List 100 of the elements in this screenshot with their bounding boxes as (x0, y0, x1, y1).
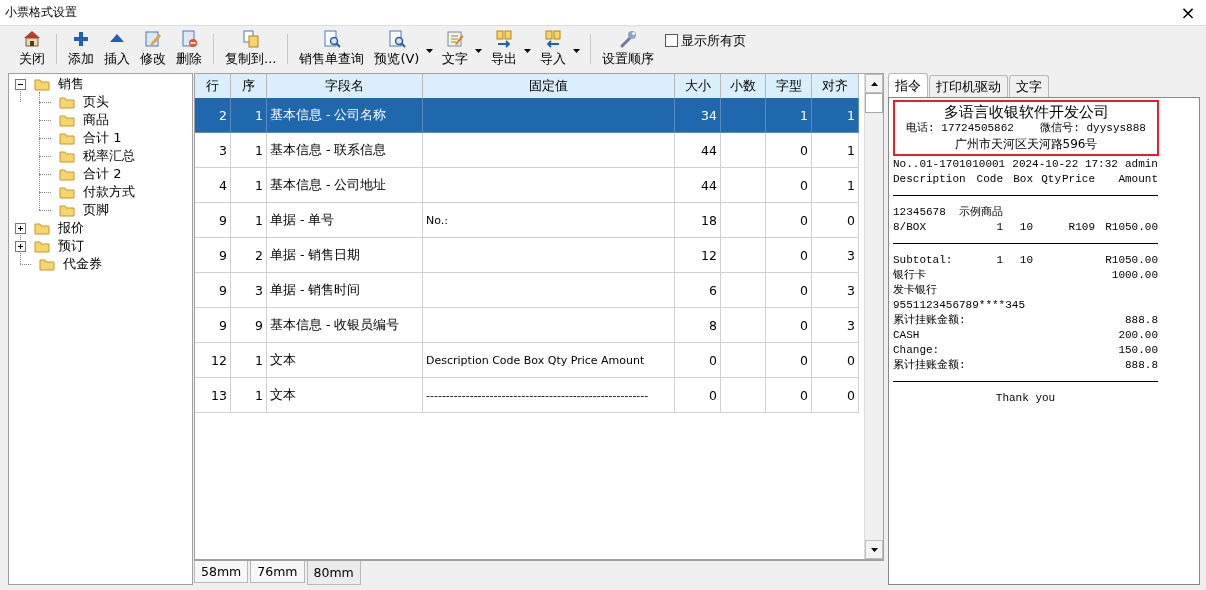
pencil-document-icon (143, 29, 163, 49)
toolbar-button[interactable]: 文字 (437, 27, 474, 70)
window-title: 小票格式设置 (4, 4, 77, 21)
expand-icon[interactable] (15, 222, 26, 234)
wrench-icon (618, 29, 639, 49)
expand-icon[interactable] (15, 240, 26, 252)
column-header[interactable]: 字段名 (267, 74, 423, 99)
tree-item[interactable]: 合计 1 (83, 129, 122, 147)
tree-item[interactable]: 报价 (58, 219, 84, 237)
toolbar-button[interactable]: 关闭 (14, 27, 50, 70)
document-arrow-icon (494, 29, 515, 49)
table-cell (721, 203, 766, 238)
receipt-text: 9551123456789****345 (893, 299, 1026, 311)
table-cell: 3 (231, 273, 267, 308)
table-cell: 6 (675, 273, 721, 308)
table-cell: No.: (423, 203, 675, 238)
folder-icon (39, 257, 55, 271)
table-cell: 基本信息 - 联系信息 (267, 133, 423, 168)
table-cell: 18 (675, 203, 721, 238)
table-cell: 0 (675, 343, 721, 378)
folder-icon (59, 185, 75, 199)
column-header[interactable]: 字型 (766, 74, 812, 99)
toolbar-button[interactable]: 复制到... (220, 27, 282, 70)
paper-size-tab[interactable]: 58mm (194, 561, 249, 583)
tree-item[interactable]: 付款方式 (83, 183, 135, 201)
receipt-text: 发卡银行 (893, 284, 937, 296)
paper-size-tab[interactable]: 76mm (250, 561, 305, 583)
toolbar-button[interactable]: 导入 (535, 27, 572, 70)
scrollbar[interactable] (864, 74, 883, 559)
toolbar-button[interactable]: 插入 (99, 27, 135, 70)
column-header[interactable]: 小数 (721, 74, 766, 99)
toolbar-button[interactable]: 销售单查询 (294, 27, 370, 70)
table-cell: 9 (195, 308, 231, 343)
receipt-text: 12345678 示例商品 (893, 206, 1003, 218)
toolbar-button[interactable]: 设置顺序 (597, 27, 660, 70)
receipt-text: Qty (1041, 173, 1061, 185)
table-cell: 1 (812, 168, 859, 203)
table-cell: 0 (766, 168, 812, 203)
table-cell (721, 378, 766, 413)
collapse-icon[interactable] (15, 78, 26, 90)
tree-item[interactable]: 预订 (58, 237, 84, 255)
tree-item[interactable]: 代金券 (63, 255, 102, 273)
table-cell: 9 (195, 203, 231, 238)
show-all-pages-checkbox[interactable]: 显示所有页 (665, 31, 747, 50)
receipt-text: Amount (1118, 173, 1158, 185)
close-button[interactable]: × (1170, 0, 1206, 25)
toolbar-button[interactable]: 预览(V) (369, 27, 425, 70)
checkbox[interactable] (665, 34, 679, 47)
receipt-text: 10 (1019, 254, 1033, 266)
table-cell (721, 98, 766, 133)
table-cell: 基本信息 - 公司地址 (267, 168, 423, 203)
tree-item[interactable]: 页头 (83, 93, 109, 111)
table-cell: 1 (812, 133, 859, 168)
document-arrow-icon (543, 29, 564, 49)
table-cell: 文本 (267, 343, 423, 378)
address-line: 广州市天河区天河路596号 (954, 136, 1098, 152)
scroll-up-icon[interactable] (870, 81, 878, 86)
table-cell: 2 (231, 238, 267, 273)
preview-tab[interactable]: 文字 (1009, 75, 1049, 97)
toolbar-button[interactable]: 修改 (135, 27, 171, 70)
column-header[interactable]: 大小 (675, 74, 721, 99)
column-header[interactable]: 固定值 (423, 74, 675, 99)
company-name: 多语言收银软件开发公司 (943, 103, 1109, 121)
table-cell: 3 (812, 273, 859, 308)
column-header[interactable]: 序 (231, 74, 267, 99)
preview-tab[interactable]: 打印机驱动 (929, 75, 1008, 97)
toolbar-button[interactable]: 添加 (63, 27, 99, 70)
scroll-down-icon[interactable] (870, 547, 878, 552)
plus-icon (71, 29, 91, 49)
caret-icon (573, 49, 581, 53)
tree-item[interactable]: 商品 (83, 111, 109, 129)
column-header[interactable]: 行 (195, 74, 231, 99)
notepad-icon (445, 29, 466, 49)
preview-tab[interactable]: 指令 (888, 73, 928, 97)
table-cell: 8 (675, 308, 721, 343)
toolbar-button[interactable]: 删除 (171, 27, 207, 70)
receipt-text: 累计挂账金额: (893, 313, 966, 328)
tree-item[interactable]: 销售 (58, 75, 84, 93)
table-cell: 3 (812, 238, 859, 273)
receipt-text: Price (1062, 173, 1095, 185)
receipt-text: No..01-1701010001 (893, 157, 1006, 172)
tree-item[interactable]: 税率汇总 (83, 147, 135, 165)
table-cell: 1 (231, 378, 267, 413)
folder-icon (59, 95, 75, 109)
tree-item[interactable]: 合计 2 (83, 165, 122, 183)
paper-size-tab[interactable]: 80mm (306, 561, 361, 585)
receipt-text: Code (976, 173, 1003, 185)
column-header[interactable]: 对齐 (812, 74, 859, 99)
receipt-text: 10 (1019, 221, 1033, 233)
table-cell (721, 308, 766, 343)
scroll-thumb[interactable] (865, 93, 883, 113)
table-cell: 0 (766, 343, 812, 378)
table-cell: 1 (231, 133, 267, 168)
receipt-text: 1 (996, 221, 1003, 233)
receipt-text: Box (1013, 173, 1033, 185)
table-cell: 44 (675, 168, 721, 203)
table-cell: 0 (812, 378, 859, 413)
tree-item[interactable]: 页脚 (83, 201, 109, 219)
toolbar-button[interactable]: 导出 (486, 27, 523, 70)
receipt-text: 8/BOX (893, 221, 926, 233)
